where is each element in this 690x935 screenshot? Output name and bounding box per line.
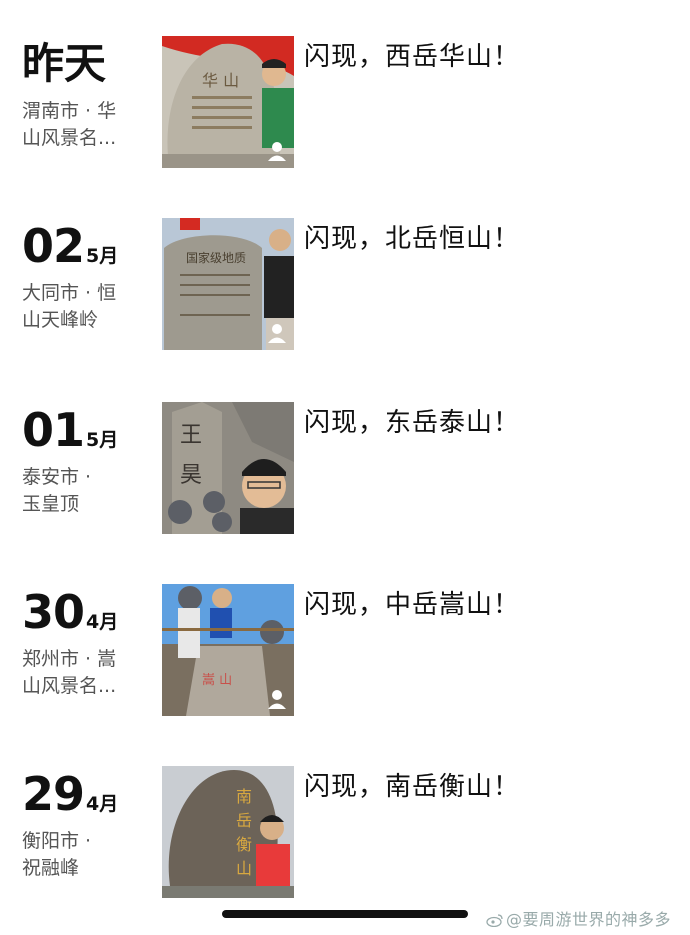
watermark: @要周游世界的神多多 [486, 906, 671, 930]
date-month: 5月 [86, 429, 119, 451]
svg-text:国家级地质: 国家级地质 [186, 250, 246, 265]
home-indicator[interactable] [222, 910, 468, 918]
person-icon [268, 142, 286, 161]
date-column: 30 4月 郑州市 · 嵩 山风景名... [22, 584, 152, 700]
location-line: 山风景名... [22, 127, 117, 149]
location-line: 玉皇顶 [22, 493, 80, 515]
svg-text:王: 王 [180, 423, 202, 448]
timeline-entry[interactable]: 02 5月 大同市 · 恒 山天峰岭 国家级地质 闪现，北岳恒山！ [0, 218, 690, 358]
post-caption: 闪现，西岳华山！ [304, 42, 521, 72]
post-photo[interactable]: 王 昊 [162, 402, 294, 534]
timeline-entry[interactable]: 昨天 渭南市 · 华 山风景名... 华 山 闪现，西岳华山！ [0, 36, 690, 176]
date-month: 5月 [86, 245, 119, 267]
date-column: 01 5月 泰安市 · 玉皇顶 [22, 402, 152, 518]
location-line: 大同市 · 恒 [22, 282, 117, 304]
post-caption: 闪现，中岳嵩山！ [304, 590, 521, 620]
weibo-icon [486, 914, 503, 927]
date-month: 4月 [86, 611, 119, 633]
post-caption: 闪现，东岳泰山！ [304, 408, 521, 438]
location-text: 大同市 · 恒 山天峰岭 [22, 280, 142, 334]
location-line: 祝融峰 [22, 857, 80, 879]
location-line: 泰安市 · [22, 466, 92, 488]
timeline-entry[interactable]: 29 4月 衡阳市 · 祝融峰 南 岳 衡 山 闪现，南岳衡山！ [0, 766, 690, 906]
post-caption: 闪现，北岳恒山！ [304, 224, 521, 254]
location-line: 山天峰岭 [22, 309, 99, 331]
svg-text:嵩 山: 嵩 山 [202, 673, 232, 688]
location-text: 渭南市 · 华 山风景名... [22, 98, 142, 152]
date-column: 昨天 渭南市 · 华 山风景名... [22, 36, 152, 152]
svg-text:南: 南 [236, 787, 252, 806]
date-label: 昨天 [22, 39, 107, 88]
location-text: 衡阳市 · 祝融峰 [22, 828, 142, 882]
post-photo[interactable]: 南 岳 衡 山 [162, 766, 294, 898]
date-day: 29 [22, 767, 85, 821]
date-day: 02 [22, 219, 85, 273]
date-day: 30 [22, 585, 85, 639]
location-line: 衡阳市 · [22, 830, 92, 852]
timeline-entry[interactable]: 30 4月 郑州市 · 嵩 山风景名... 嵩 山 闪现，中岳嵩山！ [0, 584, 690, 724]
post-caption: 闪现，南岳衡山！ [304, 772, 521, 802]
svg-text:昊: 昊 [180, 463, 202, 488]
date-column: 02 5月 大同市 · 恒 山天峰岭 [22, 218, 152, 334]
post-photo[interactable]: 国家级地质 [162, 218, 294, 350]
timeline-entry[interactable]: 01 5月 泰安市 · 玉皇顶 王 昊 闪现，东岳泰山！ [0, 402, 690, 542]
date-column: 29 4月 衡阳市 · 祝融峰 [22, 766, 152, 882]
svg-text:山: 山 [236, 859, 252, 878]
person-icon [268, 324, 286, 343]
location-text: 郑州市 · 嵩 山风景名... [22, 646, 142, 700]
date-month: 4月 [86, 793, 119, 815]
person-icon [268, 690, 286, 709]
location-line: 渭南市 · 华 [22, 100, 117, 122]
location-line: 山风景名... [22, 675, 117, 697]
post-photo[interactable]: 华 山 [162, 36, 294, 168]
watermark-text: @要周游世界的神多多 [506, 910, 672, 929]
svg-text:衡: 衡 [236, 835, 252, 854]
svg-text:华 山: 华 山 [202, 71, 239, 90]
svg-text:岳: 岳 [236, 811, 252, 830]
location-text: 泰安市 · 玉皇顶 [22, 464, 142, 518]
location-line: 郑州市 · 嵩 [22, 648, 117, 670]
date-day: 01 [22, 403, 85, 457]
post-photo[interactable]: 嵩 山 [162, 584, 294, 716]
